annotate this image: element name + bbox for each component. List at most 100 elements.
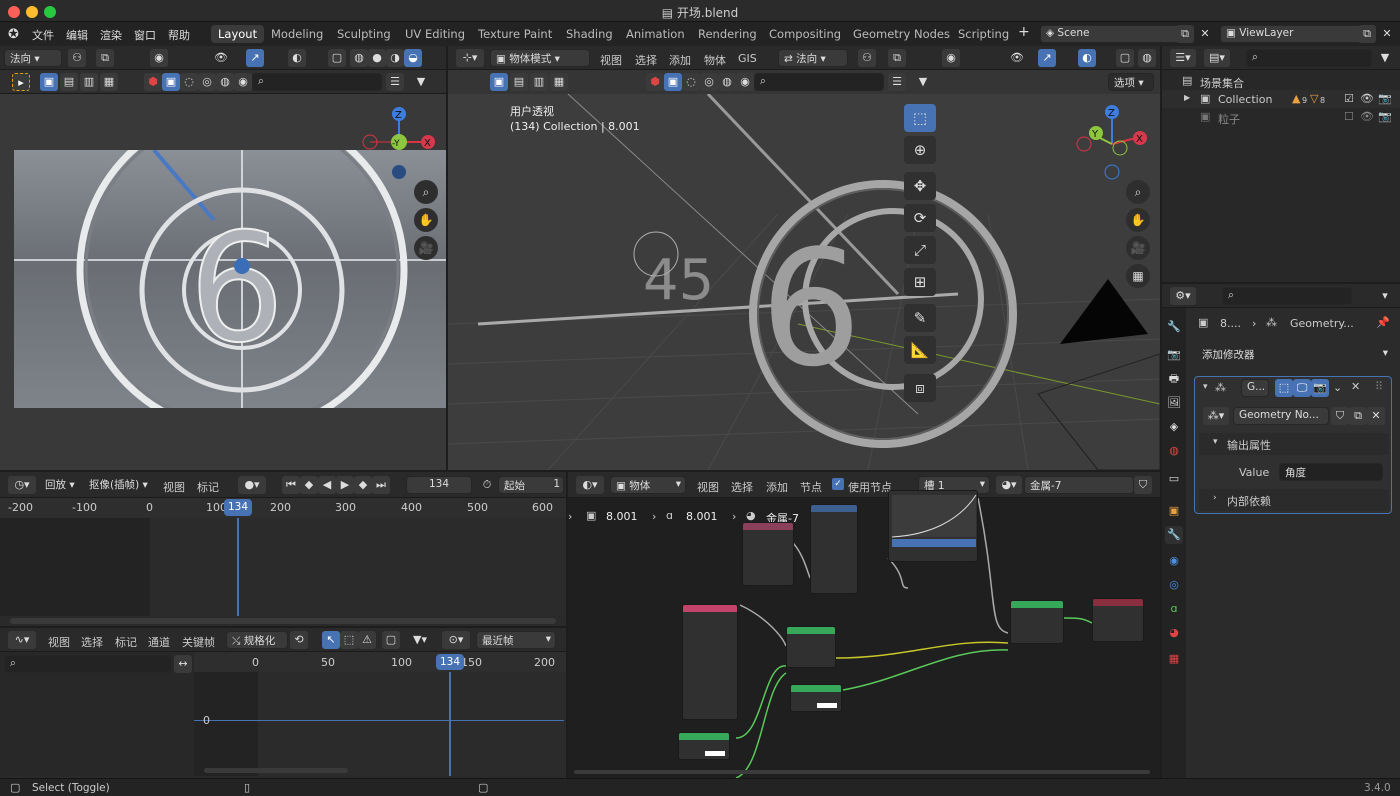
show-hidden-icon[interactable]: ⬚ — [340, 631, 358, 649]
light-filter-icon[interactable]: ◎ — [700, 73, 718, 91]
delete-scene-icon[interactable]: ✕ — [1196, 25, 1214, 43]
curve-value-bar[interactable] — [892, 539, 976, 547]
node-editor-scrollbar[interactable] — [574, 770, 1150, 774]
viewport-menu-object[interactable]: 物体 — [704, 52, 726, 68]
modifier-menu-icon[interactable]: ⌄ — [1333, 381, 1342, 394]
play-reverse-icon[interactable]: ◀ — [318, 476, 336, 494]
properties-options-icon[interactable]: ▾ — [1376, 287, 1394, 305]
graph-playhead-badge[interactable]: 134 — [436, 654, 464, 670]
node-group-field[interactable]: Geometry No... — [1233, 407, 1329, 425]
orientation-dropdown[interactable]: ⇄ 法向 ▾ — [778, 49, 848, 67]
tab-compositing[interactable]: Compositing — [762, 25, 848, 43]
graph-ruler[interactable]: 0 50 100 150 200 134 — [194, 652, 566, 672]
viewport-grid-icon[interactable]: ▦ — [1126, 264, 1150, 288]
tab-rendering[interactable]: Rendering — [691, 25, 764, 43]
measure-tool-icon[interactable]: 📐 — [904, 336, 936, 364]
options-dropdown[interactable]: 选项 ▾ — [1108, 73, 1154, 91]
menu-help[interactable]: 帮助 — [168, 27, 190, 43]
physics-tab-icon[interactable]: ◎ — [1165, 576, 1183, 594]
gizmo-toggle-icon[interactable]: ↗ — [246, 49, 264, 67]
node-material-output[interactable] — [1092, 598, 1144, 642]
menu-render[interactable]: 渲染 — [100, 27, 122, 43]
node-editor-icon[interactable]: ◐▾ — [576, 476, 604, 494]
zoom-icon[interactable]: ⌕ — [414, 180, 438, 204]
transform-tool-icon[interactable]: ⊞ — [904, 268, 936, 296]
filter-icon[interactable]: ▼ — [412, 73, 430, 91]
unlink-icon[interactable]: ✕ — [1367, 407, 1385, 425]
left-viewport[interactable]: 法向 ▾ ⚇ ⧉ ◉ 👁 ↗ ◐ ▢ ◍ ● ◑ ◒ ▸ ▣ ▤ ▥ ▦ ⬢ ▣… — [0, 46, 446, 470]
mode-new-icon[interactable]: ▣ — [490, 73, 508, 91]
wireframe-shading-icon[interactable]: ◍ — [350, 49, 368, 67]
viewport-pan-icon[interactable]: ✋ — [1126, 208, 1150, 232]
playhead-frame-badge[interactable]: 134 — [224, 499, 252, 516]
fake-user-icon[interactable]: ⛉ — [1134, 476, 1152, 494]
add-cube-tool-icon[interactable]: ⧈ — [904, 374, 936, 402]
material-shading-icon[interactable]: ◑ — [386, 49, 404, 67]
tab-modeling[interactable]: Modeling — [264, 25, 330, 43]
sort-order-icon[interactable]: ☰ — [888, 73, 906, 91]
mode-subtract-icon[interactable]: ▥ — [530, 73, 548, 91]
empty-filter-icon[interactable]: ◉ — [736, 73, 754, 91]
move-tool-icon[interactable]: ✥ — [904, 172, 936, 200]
node-float-curve[interactable] — [888, 490, 978, 562]
outliner-editor-icon[interactable]: ☰▾ — [1170, 49, 1196, 67]
graph-menu-view[interactable]: 视图 — [48, 634, 70, 650]
collapse-arrow-icon[interactable]: ▾ — [1203, 382, 1208, 392]
scale-tool-icon[interactable]: ⤢ — [904, 236, 936, 264]
filter-camera-icon[interactable]: ◍ — [216, 73, 234, 91]
color-swatch[interactable] — [817, 703, 837, 708]
timeline-playhead[interactable] — [237, 518, 239, 616]
delete-view-layer-icon[interactable]: ✕ — [1378, 25, 1396, 43]
next-keyframe-icon[interactable]: ◆ — [354, 476, 372, 494]
node-mapping[interactable] — [742, 522, 794, 586]
menu-edit[interactable]: 编辑 — [66, 27, 88, 43]
tab-texture-paint[interactable]: Texture Paint — [471, 25, 559, 43]
texture-tab-icon[interactable]: ▦ — [1165, 650, 1183, 668]
only-errors-icon[interactable]: ⚠ — [358, 631, 376, 649]
graph-menu-channel[interactable]: 通道 — [148, 634, 170, 650]
output-attributes-section[interactable]: ▾ 输出属性 — [1199, 433, 1389, 455]
use-nodes-checkbox[interactable]: ✓ — [832, 478, 844, 490]
select-box-icon[interactable]: ▸ — [12, 73, 30, 91]
toggle-xray-icon[interactable]: ▢ — [1116, 49, 1134, 67]
timeline-frame-range[interactable] — [150, 518, 564, 616]
object-mode-dropdown[interactable]: ▣ 物体模式 ▾ — [490, 49, 590, 67]
graph-editor-icon[interactable]: ∿▾ — [8, 631, 36, 649]
mode-extend-icon[interactable]: ▤ — [510, 73, 528, 91]
editor-type-icon[interactable]: ⊹▾ — [456, 49, 484, 67]
menu-file[interactable]: 文件 — [32, 27, 54, 43]
tab-geometry-nodes[interactable]: Geometry Nodes — [846, 25, 957, 43]
tab-sculpting[interactable]: Sculpting — [330, 25, 398, 43]
node-transparent-bsdf[interactable] — [790, 684, 842, 712]
node-menu-add[interactable]: 添加 — [766, 479, 788, 495]
create-ghost-icon[interactable]: ▢ — [382, 631, 400, 649]
cursor-tool-icon[interactable]: ⊕ — [904, 136, 936, 164]
wireframe-icon[interactable]: ◍ — [1138, 49, 1156, 67]
viewport-menu-view[interactable]: 视图 — [600, 52, 622, 68]
drag-handle-icon[interactable]: ⠿ — [1375, 380, 1383, 393]
node-group-browse-icon[interactable]: ⁂▾ — [1203, 407, 1229, 425]
node-mix-shader[interactable] — [786, 626, 836, 668]
eye-icon[interactable]: 👁 — [1360, 92, 1374, 105]
node-color-ramp[interactable] — [810, 504, 858, 594]
render-toggle-icon[interactable]: 📷 — [1311, 379, 1329, 397]
tab-scripting[interactable]: Scripting — [951, 25, 1016, 43]
outliner-filter-icon[interactable]: ▼ — [1376, 49, 1394, 67]
graph-scrollbar[interactable] — [204, 768, 348, 773]
internal-dependencies-section[interactable]: › 内部依赖 — [1199, 489, 1389, 511]
pivot-point-icon[interactable]: ⊙▾ — [442, 631, 470, 649]
display-mode-icon[interactable]: ▤▾ — [1204, 49, 1230, 67]
timeline-view-menu[interactable]: 视图 — [163, 479, 185, 495]
view-layer-selector[interactable]: ▣ ViewLayer — [1220, 25, 1376, 43]
select-mode-invert-icon[interactable]: ▦ — [100, 73, 118, 91]
modifier-name-field[interactable]: G... — [1241, 379, 1269, 397]
shader-node-editor[interactable]: ◐▾ ▣ 物体 ▾ 视图 选择 添加 节点 ✓ 使用节点 槽 1 ▾ ◕▾ 金属-7… — [568, 472, 1160, 778]
data-tab-icon[interactable]: ɑ — [1165, 600, 1183, 618]
only-selected-icon[interactable]: ↖ — [322, 631, 340, 649]
select-mode-subtract-icon[interactable]: ▥ — [80, 73, 98, 91]
camera-view-icon[interactable]: 🎥 — [414, 236, 438, 260]
node-transparent-bsdf-2[interactable] — [678, 732, 730, 760]
solid-shading-icon[interactable]: ● — [368, 49, 386, 67]
render-tab-icon[interactable]: 📷 — [1165, 346, 1183, 364]
render-camera-icon[interactable]: 📷 — [1378, 110, 1392, 123]
